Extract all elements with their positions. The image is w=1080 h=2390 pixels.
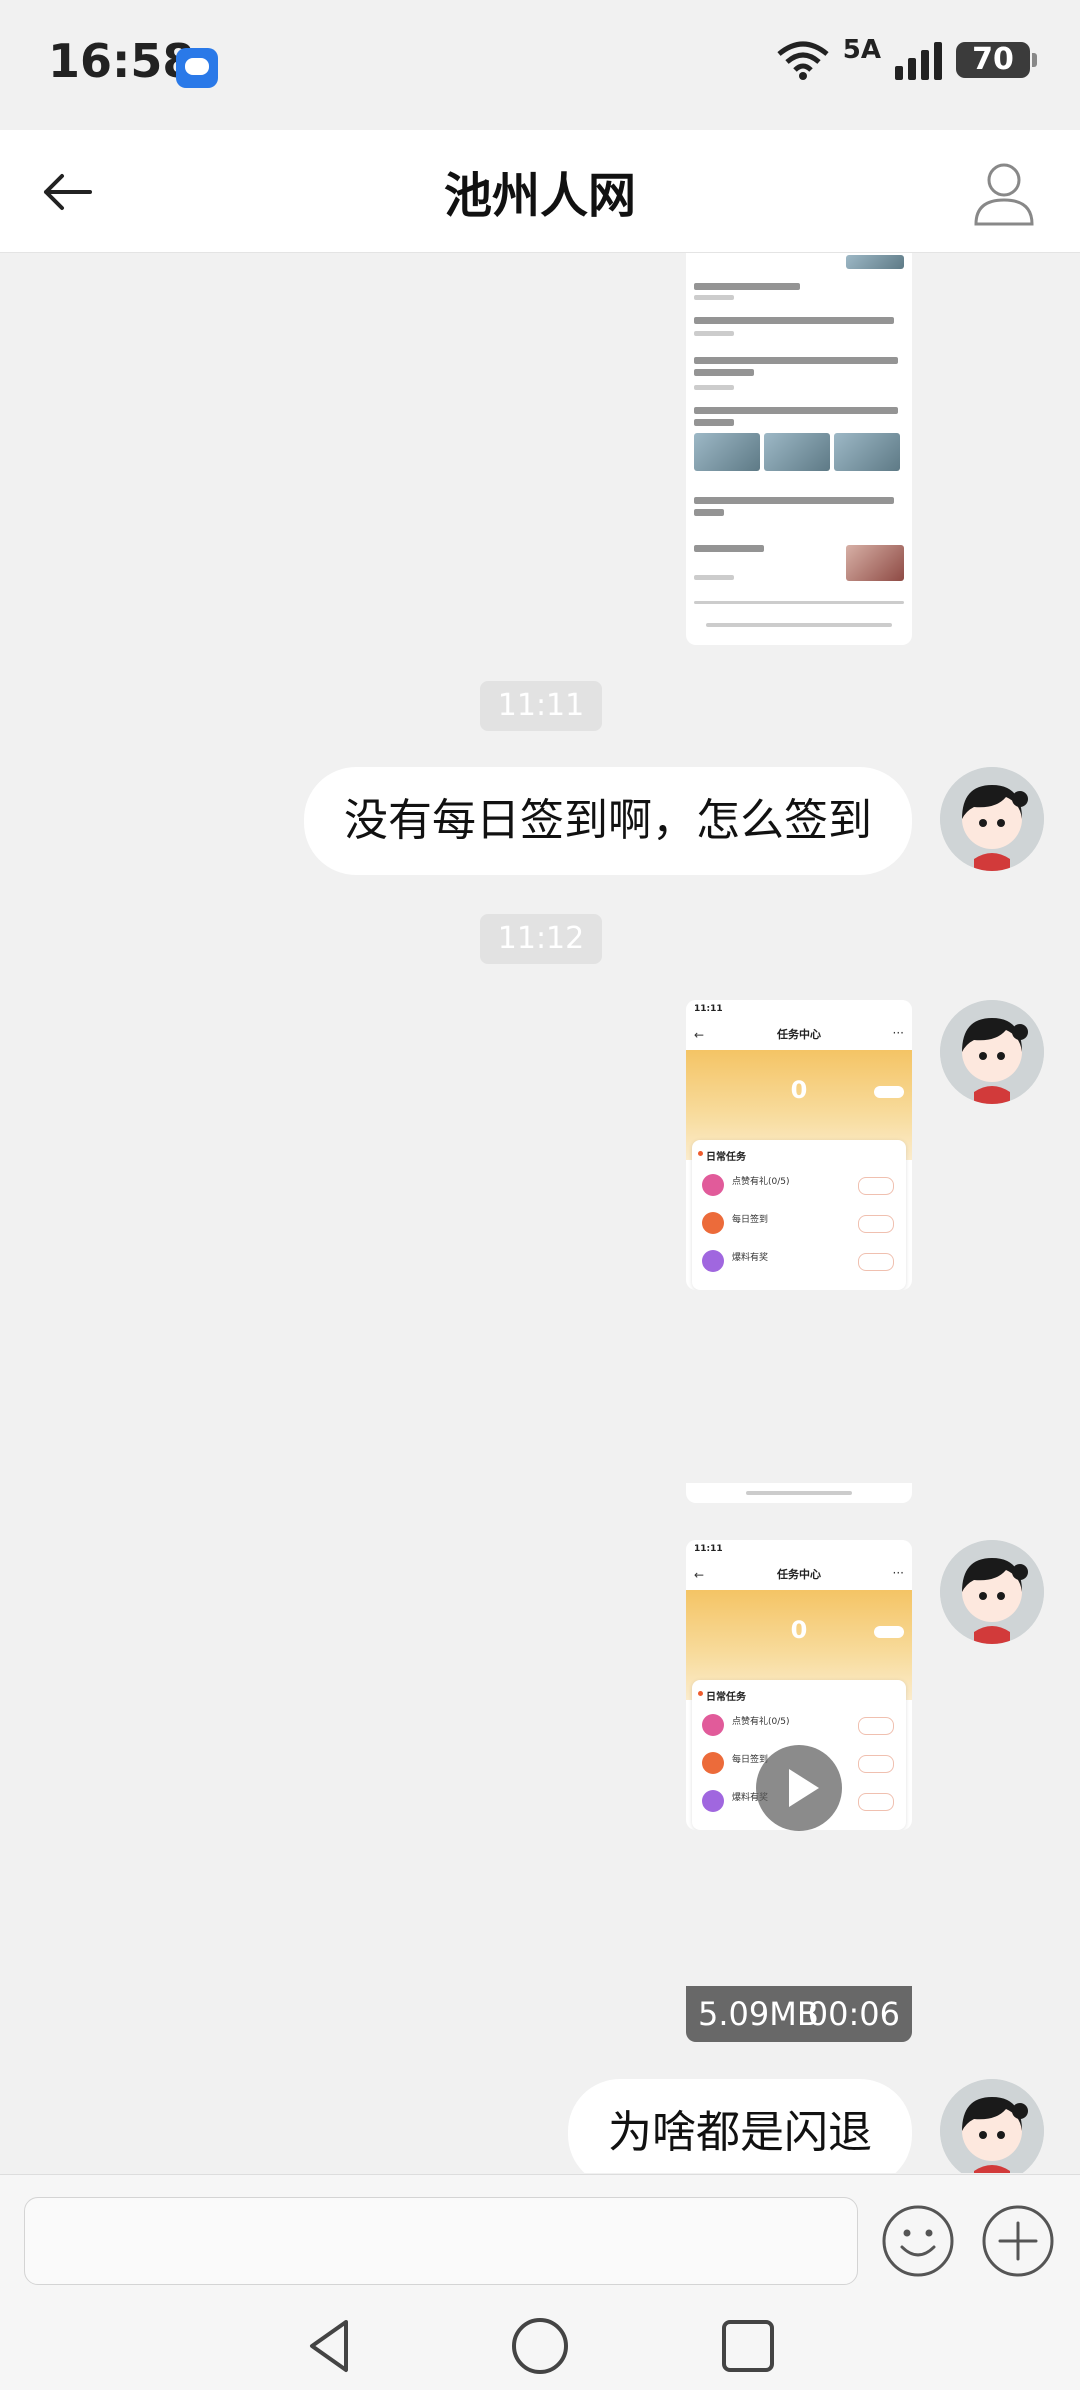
task-button: [858, 1215, 894, 1233]
checkin-task-icon: [702, 1212, 724, 1234]
like-task-icon: [702, 1174, 724, 1196]
wifi-icon: [777, 40, 829, 80]
task-button: [858, 1177, 894, 1195]
screenshot-time: 11:11: [694, 1004, 723, 1014]
task-row: 点赞有礼(0/5): [702, 1170, 896, 1204]
video-info-bar: 5.09MB 00:06: [686, 1986, 912, 2042]
nav-recents-icon[interactable]: [718, 2316, 778, 2376]
checkin-task-icon: [702, 1752, 724, 1774]
chat-message-list[interactable]: 11:11 没有每日签到啊，怎么签到 11:12 11:11 ← 任务中心 ··…: [0, 253, 1080, 2173]
report-task-icon: [702, 1250, 724, 1272]
task-button: [858, 1253, 894, 1271]
message-input[interactable]: [24, 2197, 858, 2285]
report-task-icon: [702, 1790, 724, 1812]
task-row: 每日签到: [702, 1208, 896, 1242]
screenshot-more-icon: ···: [892, 1026, 904, 1040]
screenshot-header: 11:11 ← 任务中心 ···: [686, 1000, 912, 1050]
task-row: 点赞有礼(0/5): [702, 1710, 896, 1744]
battery-indicator: 70: [956, 42, 1037, 78]
nav-home-icon[interactable]: [510, 2316, 570, 2376]
task-name: 每日签到: [732, 1215, 769, 1225]
status-bar: 16:58 5A 70: [0, 0, 1080, 130]
points-tag: [874, 1626, 904, 1638]
daily-task-title: 日常任务: [698, 1688, 746, 1703]
status-indicators: 5A 70: [777, 35, 1037, 80]
avatar[interactable]: [940, 1000, 1044, 1104]
task-row: 爆料有奖: [702, 1246, 896, 1280]
task-button: [858, 1717, 894, 1735]
avatar[interactable]: [940, 767, 1044, 871]
status-time: 16:58: [48, 34, 195, 88]
avatar[interactable]: [940, 1540, 1044, 1644]
task-center-screenshot-message[interactable]: 11:11 ← 任务中心 ··· 0 日常任务 点赞有礼(0/5) 每日签到 爆…: [686, 1000, 912, 1290]
nav-back-icon[interactable]: [300, 2316, 360, 2376]
screenshot-header: 11:11 ← 任务中心 ···: [686, 1540, 912, 1590]
page-title: 池州人网: [443, 168, 636, 224]
avatar[interactable]: [940, 2079, 1044, 2173]
message-input-bar: [0, 2174, 1080, 2299]
timestamp: 11:12: [480, 914, 602, 964]
system-navigation-bar: [0, 2298, 1080, 2390]
chat-header: 池州人网: [0, 130, 1080, 253]
like-task-icon: [702, 1714, 724, 1736]
news-screenshot-message[interactable]: [686, 253, 912, 645]
screenshot-title: 任务中心: [777, 1028, 821, 1041]
screenshot-bottom-strip: [686, 1483, 912, 1503]
plus-icon[interactable]: [980, 2203, 1056, 2279]
screenshot-title: 任务中心: [777, 1568, 821, 1581]
emoji-icon[interactable]: [880, 2203, 956, 2279]
screenshot-time: 11:11: [694, 1544, 723, 1554]
video-size: 5.09MB: [698, 1995, 819, 2033]
task-name: 爆料有奖: [732, 1253, 769, 1263]
video-duration: 00:06: [807, 1995, 900, 2033]
task-name: 点赞有礼(0/5): [732, 1177, 790, 1187]
profile-icon[interactable]: [964, 152, 1044, 232]
message-notification-icon: [176, 48, 218, 88]
daily-task-title: 日常任务: [698, 1148, 746, 1163]
message-bubble[interactable]: 没有每日签到啊，怎么签到: [304, 767, 912, 875]
daily-task-card: 日常任务 点赞有礼(0/5) 每日签到 爆料有奖: [692, 1140, 906, 1290]
network-type: 5A: [842, 35, 881, 65]
play-icon[interactable]: [756, 1745, 842, 1831]
screenshot-more-icon: ···: [892, 1566, 904, 1580]
signal-icon: [895, 40, 942, 80]
timestamp: 11:11: [480, 681, 602, 731]
task-name: 点赞有礼(0/5): [732, 1717, 790, 1727]
task-button: [858, 1793, 894, 1811]
task-button: [858, 1755, 894, 1773]
message-bubble[interactable]: 为啥都是闪退: [568, 2079, 912, 2173]
points-tag: [874, 1086, 904, 1098]
